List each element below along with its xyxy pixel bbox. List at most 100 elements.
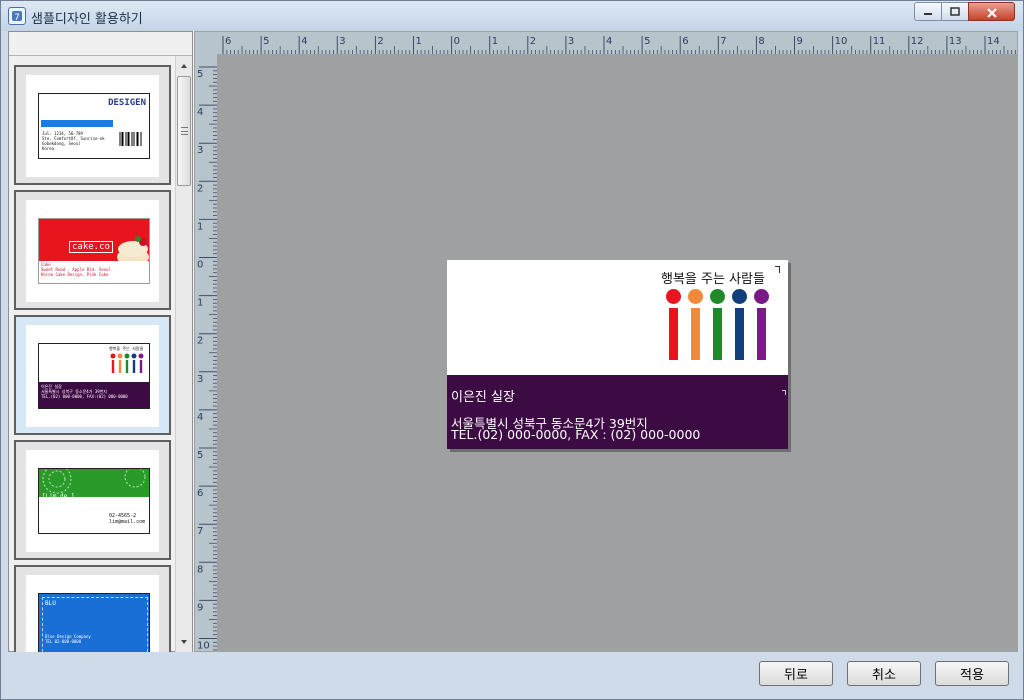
template-thumbnail[interactable]: [Lim.de.] 02-4565-2 lim@mail.com (14, 440, 171, 560)
dialog-footer: 뒤로 취소 적용 (8, 656, 1018, 696)
mini-figure-head (124, 353, 130, 359)
vertical-ruler-ticks: 54321012345678910 (197, 66, 217, 652)
scroll-down-arrow-icon[interactable] (176, 634, 192, 650)
ruler-label: 2 (377, 36, 383, 47)
mini-figure-head (131, 353, 137, 359)
mini-figure-body (139, 360, 143, 373)
ruler-label: 1 (197, 221, 203, 232)
ruler-label: 2 (197, 183, 203, 194)
apply-button[interactable]: 적용 (935, 661, 1009, 686)
people-figures-icon (110, 353, 144, 373)
ruler-label: 1 (492, 36, 498, 47)
ruler-label: 4 (197, 412, 203, 423)
figure-body (691, 308, 700, 360)
ruler-label: 12 (911, 36, 924, 47)
close-button[interactable] (968, 2, 1015, 21)
ruler-label: 5 (197, 450, 203, 461)
thumbnail-frame: BLU Blue Design Company TEL 02-000-0000 (26, 575, 159, 652)
design-preview-panel: 6 5 4 3 2 1 0 1 2 3 4 5 6 7 8 9 10 11 12 13 14 5432101234567… (194, 31, 1018, 652)
ruler-label: 3 (197, 374, 203, 385)
thumbnail-heading: BLU (45, 600, 56, 607)
thumbnail-heading: 행복을 주는 사람들 (109, 346, 144, 351)
template-thumbnail[interactable]: cake.co Cake Sweet Road . Apple Bld. Seo (14, 190, 171, 310)
person-figure-icon (754, 289, 770, 360)
scroll-up-arrow-icon[interactable] (176, 58, 192, 74)
app-icon: 7 (8, 7, 26, 25)
figure-head (688, 289, 703, 304)
ruler-label: 11 (873, 36, 886, 47)
thumbnail-heading: [Lim.de.] (42, 493, 75, 500)
ruler-label: 7 (197, 526, 203, 537)
title-bar[interactable]: 7 샘플디자인 활용하기 (1, 1, 1023, 31)
ruler-label: 4 (197, 107, 203, 118)
thumbnail-card-preview: DESIGEN Jul. 1234, 56-789 Ste. ComfortOf… (38, 93, 150, 159)
card-slogan: 행복을 주는 사람들 (661, 272, 765, 287)
thumbnail-text: 02-4565-2 lim@mail.com (109, 513, 145, 525)
thumbnail-card-preview: BLU Blue Design Company TEL 02-000-0000 (38, 593, 150, 652)
figure-head (732, 289, 747, 304)
ruler-label: 8 (758, 36, 764, 47)
figure-body (669, 308, 678, 360)
ruler-label: 0 (197, 260, 203, 271)
thumbnail-frame: cake.co Cake Sweet Road . Apple Bld. Seo (26, 200, 159, 302)
card-name-title: 이은진 실장 (451, 390, 515, 405)
template-thumbnail-selected[interactable]: 행복을 주는 사람들 이은진 실장 서울특별시 성북구 동소문4가 39번지 T… (14, 315, 171, 435)
client-area: DESIGEN Jul. 1234, 56-789 Ste. ComfortOf… (8, 31, 1018, 652)
template-thumbnail-list[interactable]: DESIGEN Jul. 1234, 56-789 Ste. ComfortOf… (9, 56, 174, 652)
ruler-label: 10 (197, 641, 210, 652)
thumbnail-line: TEL 02-000-0000 (45, 639, 82, 644)
maximize-button[interactable] (941, 2, 969, 21)
figure-body (757, 308, 766, 360)
window: 7 샘플디자인 활용하기 DESIGEN Jul. 1234, 56-789 S… (0, 0, 1024, 700)
minimize-icon (924, 13, 932, 15)
svg-text:7: 7 (14, 13, 20, 23)
template-thumbnail[interactable]: BLU Blue Design Company TEL 02-000-0000 (14, 565, 171, 652)
thumbnail-text: 이은진 실장 서울특별시 성북구 동소문4가 39번지 TEL.(02) 000… (41, 384, 128, 399)
ruler-label: 4 (301, 36, 307, 47)
figure-body (735, 308, 744, 360)
thumbnail-text: Blue Design Company TEL 02-000-0000 (45, 634, 91, 644)
ruler-label: 5 (197, 69, 203, 80)
card-contact: TEL.(02) 000-0000, FAX : (02) 000-0000 (451, 427, 701, 442)
figure-head (710, 289, 725, 304)
figure-body (713, 308, 722, 360)
ruler-label: 3 (568, 36, 574, 47)
thumbnail-line: Korea Cake Design, Pink Cake (41, 272, 109, 277)
thumbnail-frame: 행복을 주는 사람들 이은진 실장 서울특별시 성북구 동소문4가 39번지 T… (26, 325, 159, 427)
thumbnail-line: lim@mail.com (109, 519, 146, 525)
ruler-label: 6 (197, 488, 203, 499)
ruler-label: 8 (197, 564, 203, 575)
mini-figure-body (118, 360, 122, 373)
template-thumbnail[interactable]: DESIGEN Jul. 1234, 56-789 Ste. ComfortOf… (14, 65, 171, 185)
card-corner-mark (782, 390, 786, 395)
back-button[interactable]: 뒤로 (759, 661, 833, 686)
cancel-button[interactable]: 취소 (847, 661, 921, 686)
ruler-label: 1 (197, 298, 203, 309)
vertical-scrollbar[interactable] (175, 56, 192, 652)
preview-canvas[interactable]: 행복을 주는 사람들 이은진 실장 서울특별시 성북구 동소문4가 39번지 T… (217, 54, 1017, 651)
close-icon (986, 8, 997, 18)
figure-head (666, 289, 681, 304)
ruler-label: 10 (835, 36, 848, 47)
thumbnail-card-preview: cake.co Cake Sweet Road . Apple Bld. Seo (38, 218, 150, 284)
ruler-label: 6 (682, 36, 688, 47)
maximize-icon (950, 7, 960, 16)
vertical-ruler: 5 4 3 2 1 0 1 2 3 4 5 6 7 8 9 10 (195, 54, 217, 651)
template-list-panel: DESIGEN Jul. 1234, 56-789 Ste. ComfortOf… (8, 31, 193, 652)
mini-figure-head (138, 353, 144, 359)
scrollbar-thumb[interactable] (177, 76, 191, 186)
ruler-label: 5 (644, 36, 650, 47)
ruler-label: 3 (197, 145, 203, 156)
ruler-label: 9 (797, 36, 803, 47)
business-card-preview[interactable]: 행복을 주는 사람들 이은진 실장 서울특별시 성북구 동소문4가 39번지 T… (447, 260, 788, 449)
window-title: 샘플디자인 활용하기 (31, 12, 143, 27)
ruler-label: 7 (720, 36, 726, 47)
person-figure-icon (666, 289, 682, 360)
person-figure-icon (710, 289, 726, 360)
ruler-label: 6 (225, 36, 231, 47)
ruler-label: 3 (339, 36, 345, 47)
ruler-label: 2 (530, 36, 536, 47)
mini-figure-head (110, 353, 116, 359)
minimize-button[interactable] (914, 2, 942, 21)
barcode-icon (119, 132, 142, 146)
